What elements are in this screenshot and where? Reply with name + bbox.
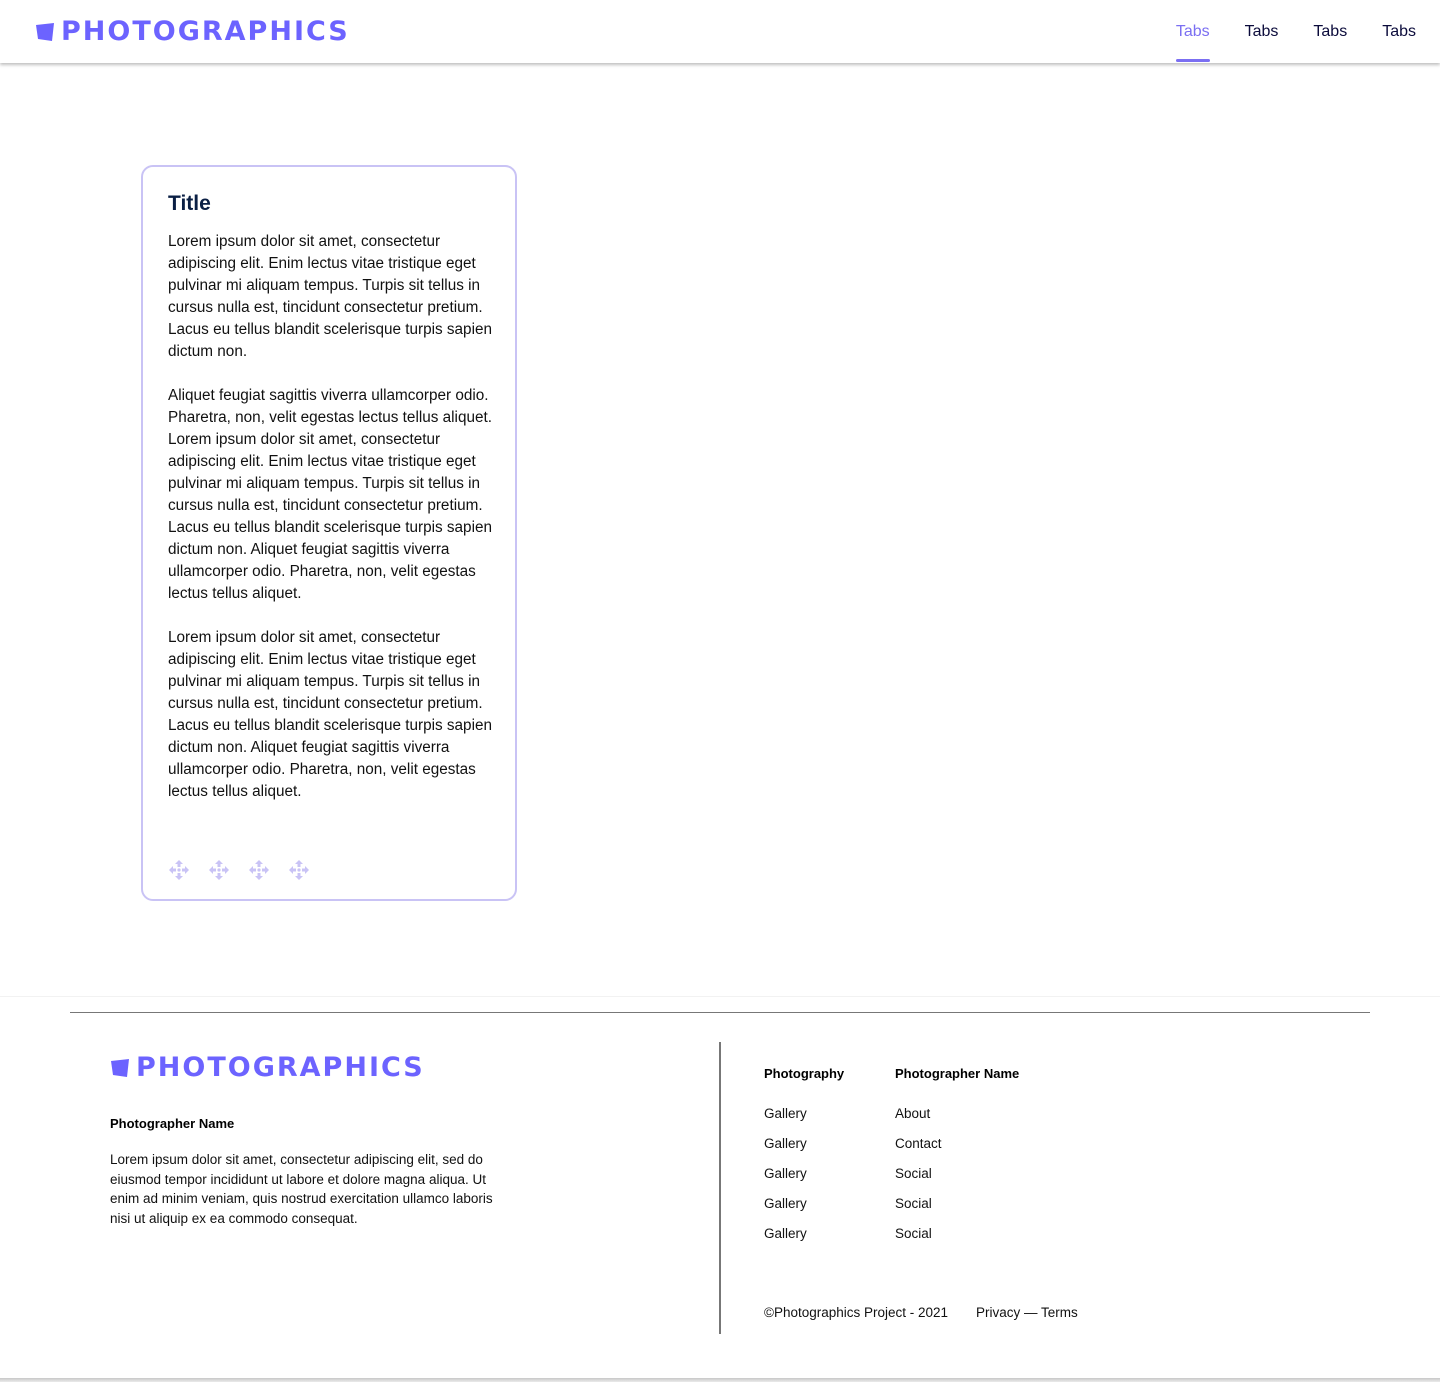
move-icon[interactable] — [248, 859, 270, 881]
move-icon[interactable] — [168, 859, 190, 881]
footer-rule — [70, 1012, 1370, 1013]
site-header: PHOTOGRAPHICS Tabs Tabs Tabs Tabs — [0, 0, 1440, 63]
footer-link-social[interactable]: Social — [895, 1226, 1019, 1256]
footer-column-photography: Photography Gallery Gallery Gallery Gall… — [764, 1066, 844, 1256]
logo-text: PHOTOGRAPHICS — [61, 16, 350, 47]
footer-column-heading: Photography — [764, 1066, 845, 1081]
card-actions — [168, 859, 328, 881]
tab-bar: Tabs Tabs Tabs Tabs — [1141, 0, 1416, 63]
footer-photographer-name: Photographer Name — [110, 1116, 235, 1131]
footer-copyright: ©Photographics Project - 2021 — [764, 1305, 949, 1320]
footer-top-line — [0, 996, 1440, 997]
logo-mark-icon — [111, 1058, 129, 1077]
footer-link-gallery[interactable]: Gallery — [764, 1106, 844, 1136]
card-paragraph-1: Lorem ipsum dolor sit amet, consectetur … — [168, 233, 492, 360]
footer-divider — [719, 1042, 721, 1334]
footer-bottom-shadow — [0, 1378, 1440, 1382]
card-paragraph-3: Lorem ipsum dolor sit amet, consectetur … — [168, 629, 492, 800]
tab-4[interactable]: Tabs — [1382, 0, 1416, 63]
footer-link-gallery[interactable]: Gallery — [764, 1166, 844, 1196]
header-logo[interactable]: PHOTOGRAPHICS — [35, 16, 350, 47]
footer-logo[interactable]: PHOTOGRAPHICS — [110, 1052, 425, 1083]
footer-link-gallery[interactable]: Gallery — [764, 1196, 844, 1226]
footer-link-gallery[interactable]: Gallery — [764, 1136, 844, 1166]
footer-link-contact[interactable]: Contact — [895, 1136, 1019, 1166]
move-icon[interactable] — [288, 859, 310, 881]
footer-column-photographer: Photographer Name About Contact Social S… — [895, 1066, 1019, 1256]
logo-text: PHOTOGRAPHICS — [136, 1052, 425, 1083]
legal-separator: — — [1020, 1305, 1042, 1320]
footer-link-social[interactable]: Social — [895, 1196, 1019, 1226]
footer-link-gallery[interactable]: Gallery — [764, 1226, 844, 1256]
footer-legal-links: Privacy — Terms — [976, 1305, 1078, 1320]
logo-mark-icon — [36, 22, 54, 41]
footer-description: Lorem ipsum dolor sit amet, consectetur … — [110, 1152, 493, 1226]
card-paragraph-2: Aliquet feugiat sagittis viverra ullamco… — [168, 387, 492, 602]
footer-column-heading: Photographer Name — [895, 1066, 1020, 1081]
terms-link[interactable]: Terms — [1041, 1305, 1078, 1320]
tab-2[interactable]: Tabs — [1245, 0, 1279, 63]
tab-1[interactable]: Tabs — [1175, 0, 1210, 63]
content-card: Title Lorem ipsum dolor sit amet, consec… — [141, 165, 517, 901]
footer-link-social[interactable]: Social — [895, 1166, 1019, 1196]
move-icon[interactable] — [208, 859, 230, 881]
card-title: Title — [168, 192, 211, 215]
privacy-link[interactable]: Privacy — [976, 1305, 1020, 1320]
tab-3[interactable]: Tabs — [1313, 0, 1347, 63]
footer-link-about[interactable]: About — [895, 1106, 1019, 1136]
card-body: Lorem ipsum dolor sit amet, consectetur … — [168, 231, 498, 825]
